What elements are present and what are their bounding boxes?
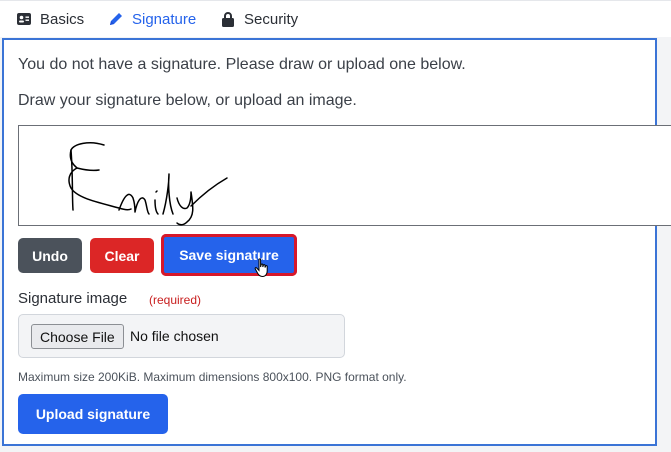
required-indicator: (required) [149, 293, 202, 307]
upload-help-text: Maximum size 200KiB. Maximum dimensions … [18, 370, 407, 384]
signature-drawing [68, 142, 228, 226]
tab-signature-label: Signature [132, 10, 197, 28]
profile-page: Basics Signature Security You do not hav… [0, 0, 671, 452]
file-status: No file chosen [130, 328, 219, 344]
tab-bar: Basics Signature Security [0, 0, 671, 37]
signature-image-label: Signature image [18, 290, 128, 307]
choose-file-button[interactable]: Choose File [31, 324, 124, 349]
undo-button[interactable]: Undo [18, 238, 82, 273]
clear-button[interactable]: Clear [90, 238, 154, 273]
lock-icon [220, 11, 236, 27]
hand-cursor-icon [254, 258, 270, 283]
upload-signature-button[interactable]: Upload signature [18, 394, 168, 434]
draw-instructions: Draw your signature below, or upload an … [18, 92, 357, 109]
tab-basics-label: Basics [40, 10, 85, 28]
save-signature-button[interactable]: Save signature [161, 234, 297, 276]
id-card-icon [16, 11, 32, 27]
pencil-icon [108, 11, 124, 27]
signature-panel: You do not have a signature. Please draw… [2, 38, 671, 446]
tab-security[interactable]: Security [220, 1, 298, 38]
signature-file-input[interactable]: Choose File No file chosen [18, 314, 345, 358]
tab-security-label: Security [244, 10, 299, 28]
tab-basics[interactable]: Basics [16, 1, 84, 38]
signature-pad[interactable] [18, 125, 671, 226]
tab-signature[interactable]: Signature [108, 1, 196, 38]
no-signature-notice: You do not have a signature. Please draw… [18, 56, 466, 73]
